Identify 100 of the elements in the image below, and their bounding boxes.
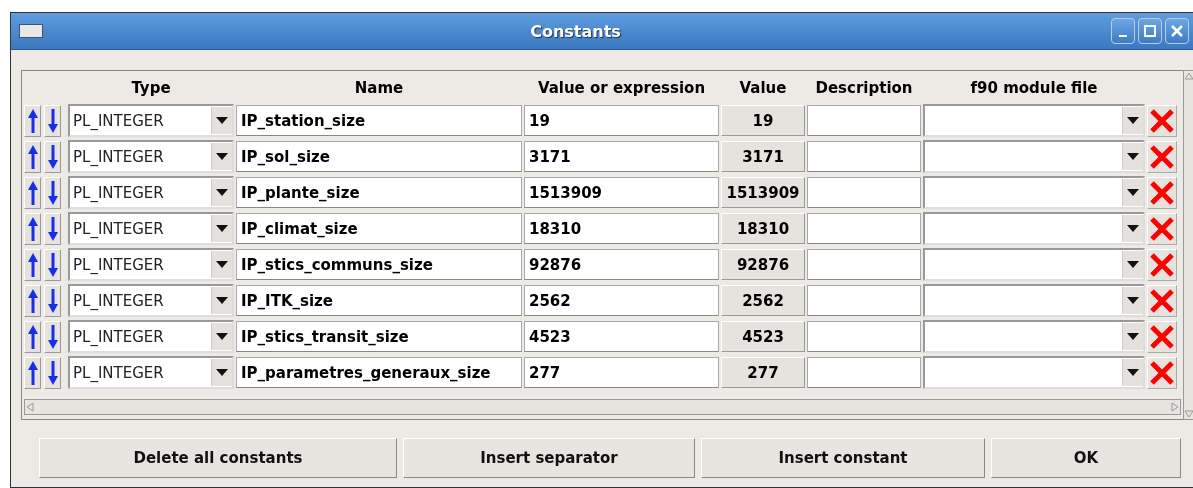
name-field[interactable]: IP_climat_size xyxy=(236,213,522,244)
column-header: Description xyxy=(814,78,914,99)
move-up-button[interactable] xyxy=(24,212,41,245)
caret-icon xyxy=(1127,297,1139,304)
delete-icon xyxy=(1150,216,1174,241)
module-file-dropdown[interactable] xyxy=(923,320,1145,353)
delete-button[interactable] xyxy=(1147,176,1177,209)
move-down-button[interactable] xyxy=(44,320,61,353)
expression-field[interactable]: 19 xyxy=(524,105,719,136)
close-button[interactable] xyxy=(1165,18,1189,44)
move-up-button[interactable] xyxy=(24,248,41,281)
move-up-button[interactable] xyxy=(24,320,41,353)
description-field[interactable] xyxy=(807,213,921,244)
move-up-button[interactable] xyxy=(24,104,41,137)
module-file-dropdown[interactable] xyxy=(923,212,1145,245)
move-down-button[interactable] xyxy=(44,248,61,281)
type-dropdown[interactable]: PL_INTEGER xyxy=(68,248,234,281)
column-header: Value or expression xyxy=(536,78,707,99)
type-dropdown[interactable]: PL_INTEGER xyxy=(68,140,234,173)
minimize-button[interactable] xyxy=(1111,18,1135,44)
expression-field[interactable]: 1513909 xyxy=(524,177,719,208)
type-dropdown[interactable]: PL_INTEGER xyxy=(68,176,234,209)
delete-icon xyxy=(1150,324,1174,349)
horizontal-scrollbar[interactable] xyxy=(24,399,1181,415)
name-field[interactable]: IP_stics_communs_size xyxy=(236,249,522,280)
action-button[interactable]: OK xyxy=(991,438,1181,478)
delete-button[interactable] xyxy=(1147,356,1177,389)
down-arrow-icon xyxy=(47,324,58,349)
description-field[interactable] xyxy=(807,249,921,280)
value-display: 19 xyxy=(721,105,805,136)
delete-button[interactable] xyxy=(1147,320,1177,353)
description-field[interactable] xyxy=(807,357,921,388)
up-arrow-icon xyxy=(27,360,38,385)
delete-icon xyxy=(1150,180,1174,205)
up-arrow-icon xyxy=(27,288,38,313)
expression-field[interactable]: 18310 xyxy=(524,213,719,244)
move-down-button[interactable] xyxy=(44,356,61,389)
module-file-dropdown[interactable] xyxy=(923,248,1145,281)
description-field[interactable] xyxy=(807,105,921,136)
move-down-button[interactable] xyxy=(44,284,61,317)
type-dropdown[interactable]: PL_INTEGER xyxy=(68,356,234,389)
caret-icon xyxy=(216,153,228,160)
name-field[interactable]: IP_stics_transit_size xyxy=(236,321,522,352)
move-up-button[interactable] xyxy=(24,140,41,173)
delete-button[interactable] xyxy=(1147,248,1177,281)
move-down-button[interactable] xyxy=(44,140,61,173)
expression-field[interactable]: 277 xyxy=(524,357,719,388)
move-up-button[interactable] xyxy=(24,356,41,389)
module-file-dropdown[interactable] xyxy=(923,284,1145,317)
caret-icon xyxy=(1127,189,1139,196)
name-field[interactable]: IP_station_size xyxy=(236,105,522,136)
maximize-button[interactable] xyxy=(1138,18,1162,44)
move-down-button[interactable] xyxy=(44,176,61,209)
module-file-dropdown[interactable] xyxy=(923,176,1145,209)
description-field[interactable] xyxy=(807,177,921,208)
delete-icon xyxy=(1150,360,1174,385)
description-field[interactable] xyxy=(807,321,921,352)
maximize-icon xyxy=(1144,25,1156,37)
type-dropdown[interactable]: PL_INTEGER xyxy=(68,212,234,245)
module-file-dropdown[interactable] xyxy=(923,104,1145,137)
caret-icon xyxy=(1127,261,1139,268)
move-up-button[interactable] xyxy=(24,284,41,317)
value-display: 1513909 xyxy=(721,177,805,208)
move-up-button[interactable] xyxy=(24,176,41,209)
description-field[interactable] xyxy=(807,285,921,316)
value-display: 92876 xyxy=(721,249,805,280)
name-field[interactable]: IP_sol_size xyxy=(236,141,522,172)
action-button[interactable]: Insert constant xyxy=(701,438,985,478)
expression-field[interactable]: 3171 xyxy=(524,141,719,172)
expression-field[interactable]: 2562 xyxy=(524,285,719,316)
description-field[interactable] xyxy=(807,141,921,172)
type-dropdown[interactable]: PL_INTEGER xyxy=(68,104,234,137)
type-dropdown[interactable]: PL_INTEGER xyxy=(68,320,234,353)
delete-icon xyxy=(1150,288,1174,313)
delete-button[interactable] xyxy=(1147,140,1177,173)
caret-icon xyxy=(1127,369,1139,376)
move-down-button[interactable] xyxy=(44,212,61,245)
delete-button[interactable] xyxy=(1147,284,1177,317)
module-file-dropdown[interactable] xyxy=(923,140,1145,173)
name-field[interactable]: IP_parametres_generaux_size xyxy=(236,357,522,388)
caret-icon xyxy=(216,333,228,340)
name-field[interactable]: IP_ITK_size xyxy=(236,285,522,316)
down-arrow-icon xyxy=(47,108,58,133)
type-dropdown[interactable]: PL_INTEGER xyxy=(68,284,234,317)
name-field[interactable]: IP_plante_size xyxy=(236,177,522,208)
delete-button[interactable] xyxy=(1147,212,1177,245)
action-button[interactable]: Insert separator xyxy=(403,438,695,478)
expression-field[interactable]: 92876 xyxy=(524,249,719,280)
vertical-scrollbar[interactable] xyxy=(1183,70,1193,420)
caret-icon xyxy=(216,189,228,196)
expression-field[interactable]: 4523 xyxy=(524,321,719,352)
up-arrow-icon xyxy=(27,324,38,349)
caret-icon xyxy=(1127,153,1139,160)
window-menu-icon[interactable] xyxy=(19,24,43,38)
up-arrow-icon xyxy=(27,216,38,241)
delete-button[interactable] xyxy=(1147,104,1177,137)
action-button[interactable]: Delete all constants xyxy=(39,438,397,478)
module-file-dropdown[interactable] xyxy=(923,356,1145,389)
caret-icon xyxy=(216,261,228,268)
move-down-button[interactable] xyxy=(44,104,61,137)
